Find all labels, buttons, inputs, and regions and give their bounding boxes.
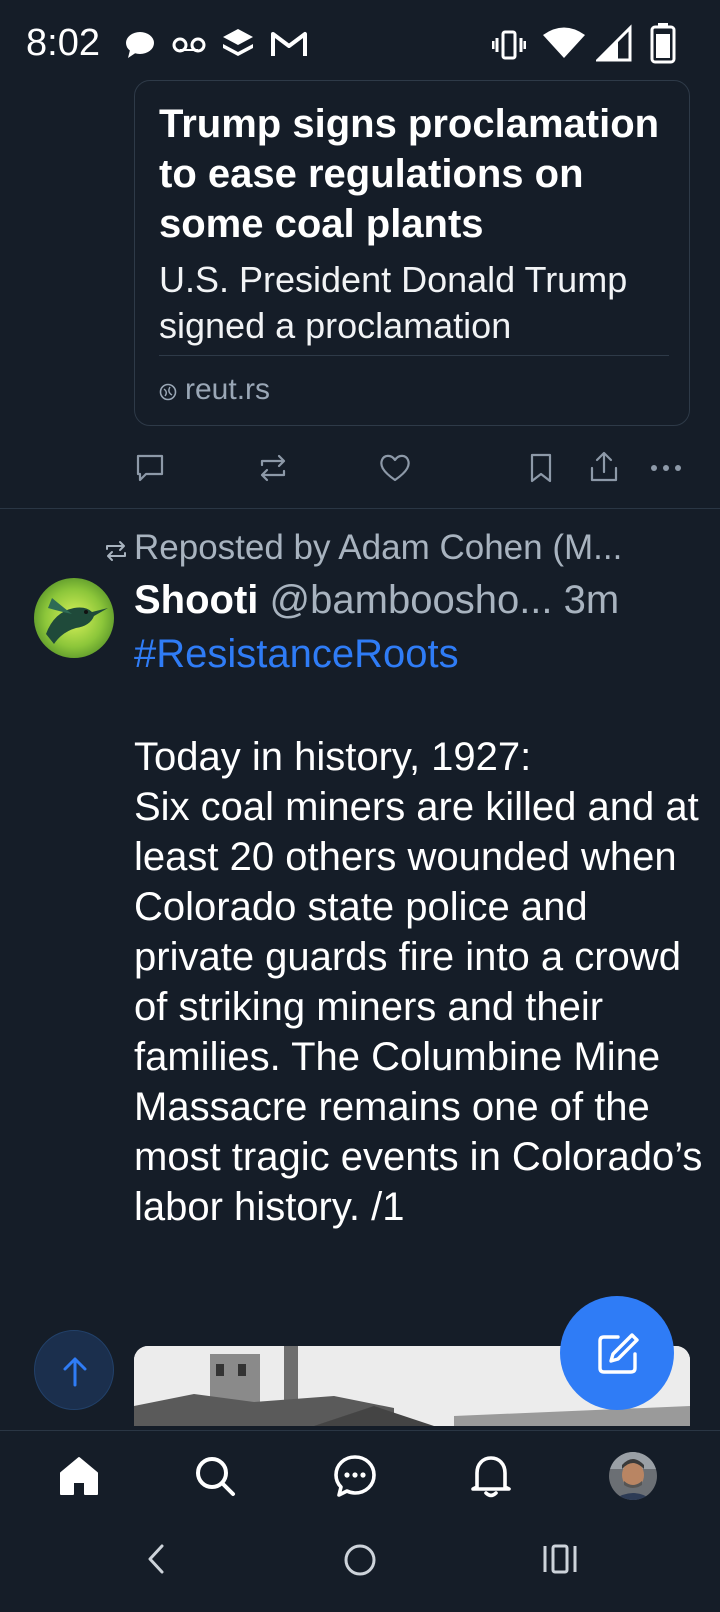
- globe-icon: [159, 383, 177, 401]
- post-body: Today in history, 1927: Six coal miners …: [134, 735, 703, 1229]
- status-time: 8:02: [26, 22, 100, 64]
- repost-icon[interactable]: [256, 452, 290, 484]
- post-timestamp: 3m: [563, 578, 620, 622]
- link-card-domain: reut.rs: [185, 373, 271, 406]
- nav-home[interactable]: [34, 1431, 124, 1521]
- share-icon[interactable]: [588, 450, 620, 484]
- messages-icon: [334, 1455, 376, 1497]
- nav-profile[interactable]: [588, 1431, 678, 1521]
- wifi-icon: [543, 27, 585, 58]
- vibrate-icon: [492, 30, 526, 60]
- battery-icon: [650, 23, 676, 64]
- scroll-to-top-button[interactable]: [34, 1330, 114, 1410]
- link-card-title: Trump signs proclamation to ease regulat…: [159, 102, 660, 246]
- repost-small-icon: [106, 541, 126, 561]
- compose-button[interactable]: [560, 1296, 674, 1410]
- nav-notifications[interactable]: [446, 1431, 536, 1521]
- status-bar: 8:02: [0, 0, 720, 84]
- system-navigation-bar: [0, 1520, 720, 1612]
- compose-icon: [598, 1333, 639, 1374]
- bottom-navigation: [0, 1430, 720, 1521]
- nav-search[interactable]: [170, 1431, 260, 1521]
- back-icon[interactable]: [144, 1542, 168, 1576]
- arrow-up-icon: [63, 1357, 87, 1387]
- link-preview-card[interactable]: Trump signs proclamation to ease regulat…: [134, 80, 690, 426]
- link-card-description: U.S. President Donald Trump signed a pro…: [159, 259, 628, 346]
- home-icon: [60, 1457, 98, 1495]
- more-icon[interactable]: [650, 462, 682, 474]
- search-icon: [196, 1457, 235, 1496]
- author-avatar[interactable]: [34, 578, 114, 658]
- bookmark-icon[interactable]: [528, 452, 554, 484]
- profile-avatar: [609, 1452, 657, 1500]
- voicemail-icon: [172, 37, 206, 53]
- notifications-icon: [471, 1456, 511, 1498]
- card-divider: [159, 355, 669, 356]
- post-divider: [0, 508, 720, 509]
- post-author-line: Shooti @bamboosho... 3m: [134, 578, 619, 623]
- chat-bubble-icon: [126, 32, 154, 58]
- author-handle[interactable]: @bamboosho...: [270, 578, 553, 622]
- nav-messages[interactable]: [310, 1431, 400, 1521]
- signal-icon: [596, 24, 632, 62]
- author-name[interactable]: Shooti: [134, 578, 258, 622]
- home-circle-icon[interactable]: [342, 1542, 378, 1578]
- stack-icon: [223, 29, 253, 56]
- like-icon[interactable]: [378, 452, 412, 484]
- gmail-icon: [271, 32, 307, 56]
- recent-apps-icon[interactable]: [542, 1542, 578, 1576]
- repost-label[interactable]: Reposted by Adam Cohen (M...: [134, 528, 716, 568]
- reply-icon[interactable]: [134, 452, 166, 484]
- post-hashtag[interactable]: #ResistanceRoots: [134, 632, 459, 677]
